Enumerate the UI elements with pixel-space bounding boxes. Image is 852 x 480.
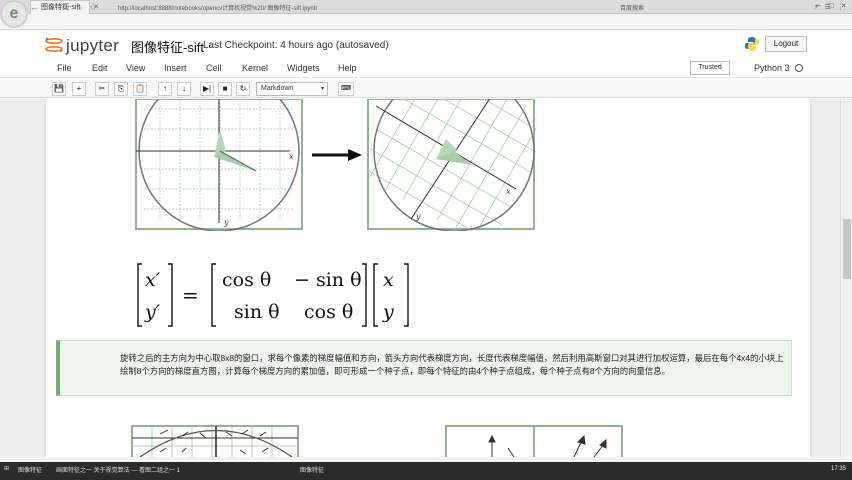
bookmark-icon[interactable]: ☆ <box>89 2 97 13</box>
cell-type-value: Markdown <box>261 85 294 92</box>
save-icon[interactable]: 💾 <box>52 82 66 96</box>
rotation-formula: x′ y′ = cos θ − sin θ sin θ cos θ x y <box>137 263 409 327</box>
move-up-icon[interactable]: ↑ <box>158 82 172 96</box>
jupyter-brand[interactable]: jupyter <box>66 36 119 56</box>
home-icon[interactable]: ⌂ <box>77 2 82 13</box>
left-y-axis-label: y <box>223 218 229 227</box>
markdown-cell[interactable]: 旋转之后的主方向为中心取8x8的窗口，求每个像素的梯度幅值和方向，箭头方向代表梯… <box>56 340 792 396</box>
jupyter-header <box>0 30 852 58</box>
matrix-m11: cos θ <box>222 269 271 291</box>
formula-equals: = <box>182 283 199 307</box>
restart-icon[interactable]: ↻ <box>236 82 250 96</box>
kernel-name[interactable]: Python 3 <box>754 63 790 73</box>
menu-icon[interactable]: ☰ <box>825 3 831 11</box>
formula-rhs-top: x <box>383 269 394 291</box>
scrollbar-thumb[interactable] <box>843 219 851 279</box>
kernel-idle-icon <box>795 64 803 72</box>
menu-cell[interactable]: Cell <box>206 63 222 73</box>
paste-icon[interactable]: 📋 <box>133 82 147 96</box>
copy-icon[interactable]: ⎘ <box>114 82 128 96</box>
move-down-icon[interactable]: ↓ <box>177 82 191 96</box>
insert-cell-icon[interactable]: + <box>72 82 86 96</box>
cut-icon[interactable]: ✂ <box>95 82 109 96</box>
logout-button[interactable]: Logout <box>765 36 807 52</box>
menu-kernel[interactable]: Kernel <box>242 63 268 73</box>
menu-insert[interactable]: Insert <box>164 63 187 73</box>
lightning-icon[interactable]: ⚡ <box>814 3 819 11</box>
formula-lhs-top: x′ <box>145 269 161 291</box>
stop-icon[interactable]: ■ <box>218 82 232 96</box>
matrix-m12: − sin θ <box>294 269 362 291</box>
markdown-cell-text: 旋转之后的主方向为中心取8x8的窗口，求每个像素的梯度幅值和方向，箭头方向代表梯… <box>120 353 784 376</box>
menu-view[interactable]: View <box>126 63 145 73</box>
browser-window: e 图像特征-sift × – □ × ← → ↻ ⌂ ☆ http://loc… <box>0 0 852 462</box>
run-icon[interactable]: ▶| <box>200 82 214 96</box>
address-bar <box>0 14 852 30</box>
formula-rhs-bottom: y <box>382 301 394 323</box>
taskbar-item-browser[interactable]: 图像特征 <box>300 465 324 474</box>
more-icon[interactable]: ⋮ <box>837 3 844 11</box>
keyboard-icon[interactable]: ⌨ <box>338 82 354 96</box>
menu-widgets[interactable]: Widgets <box>287 63 320 73</box>
menu-edit[interactable]: Edit <box>92 63 108 73</box>
matrix-m21: sin θ <box>234 301 280 323</box>
menu-file[interactable]: File <box>57 63 72 73</box>
start-icon[interactable]: ⊞ <box>4 465 9 472</box>
reload-icon[interactable]: ↻ <box>62 2 70 13</box>
page-scrollbar[interactable] <box>840 99 852 457</box>
jupyter-logo-icon[interactable] <box>44 37 64 53</box>
search-engine-label[interactable]: 百度搜索 <box>620 3 644 12</box>
transform-arrow-icon <box>312 149 362 161</box>
right-y-axis-label: y <box>415 212 421 221</box>
checkpoint-status: Last Checkpoint: 4 hours ago (autosaved) <box>203 40 389 51</box>
formula-lhs-bottom: y′ <box>144 301 161 323</box>
left-x-axis-label: x <box>289 152 294 161</box>
address-icons: ⚡ ☰ ⋮ <box>814 3 844 11</box>
cell-type-select[interactable]: Markdown ▾ <box>256 82 328 96</box>
right-x-axis-label: x <box>506 187 511 196</box>
python-logo-icon <box>745 37 759 51</box>
notebook-title[interactable]: 图像特征-sift <box>131 37 204 56</box>
nav-buttons: ← → ↻ ⌂ ☆ <box>30 2 97 13</box>
matrix-m22: cos θ <box>304 301 353 323</box>
trusted-badge[interactable]: Trusted <box>690 61 730 75</box>
menu-help[interactable]: Help <box>338 63 357 73</box>
orientation-figure-left: x y <box>135 99 303 231</box>
gradient-grid-figure-right <box>445 425 623 457</box>
url-input[interactable]: http://localhost:8888/notebooks/opencv计算… <box>118 3 317 12</box>
orientation-figure-right: x y <box>366 99 536 231</box>
taskbar-item-video[interactable]: 画面特征之一 关于视觉算法 — 看图二组之一 1 <box>56 465 180 474</box>
browser-logo-icon[interactable]: e <box>0 0 28 28</box>
forward-icon[interactable]: → <box>46 2 55 13</box>
chevron-down-icon: ▾ <box>320 86 324 92</box>
taskbar-clock: 17:35 <box>830 466 846 472</box>
back-icon[interactable]: ← <box>30 2 39 13</box>
gradient-grid-figure-left <box>131 425 299 457</box>
taskbar-item-notebook[interactable]: 图像特征 <box>18 465 42 474</box>
